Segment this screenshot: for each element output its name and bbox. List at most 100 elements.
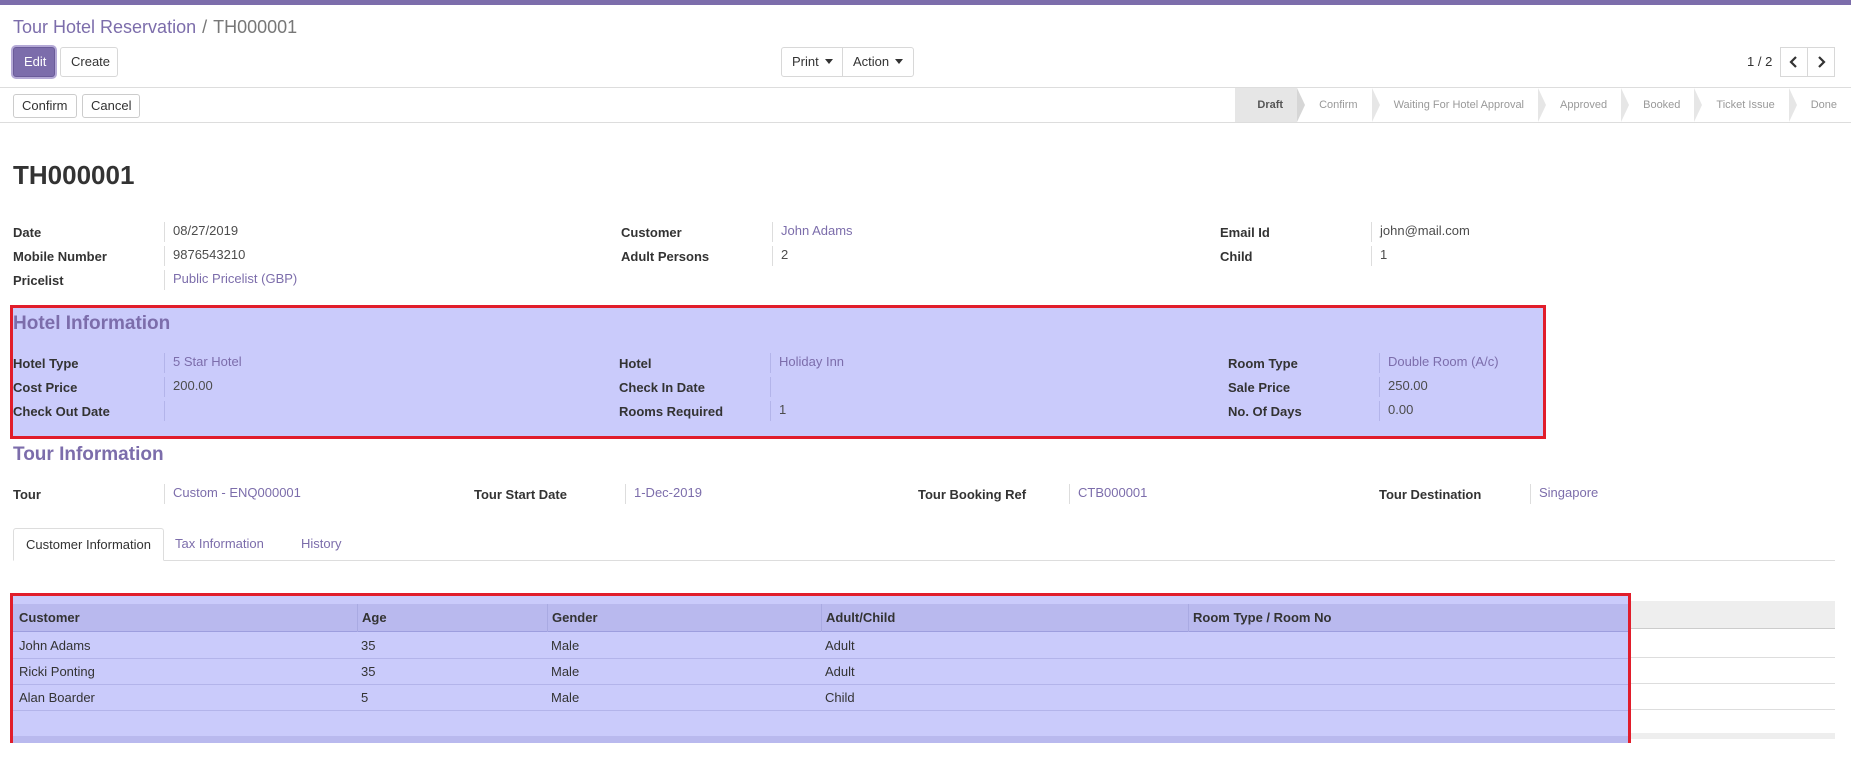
stage-done: Done [1788, 88, 1851, 122]
breadcrumb-current: TH000001 [213, 17, 298, 37]
confirm-button[interactable]: Confirm [13, 94, 77, 118]
mobile-label: Mobile Number [13, 249, 107, 264]
adult-persons-label: Adult Persons [621, 249, 710, 264]
hotel-link[interactable]: Holiday Inn [770, 353, 844, 373]
number-of-days-label: No. Of Days [1228, 404, 1302, 419]
breadcrumb-parent-link[interactable]: Tour Hotel Reservation [13, 17, 196, 37]
print-label: Print [792, 54, 819, 69]
tour-start-date-field[interactable]: 1-Dec-2019 [625, 484, 702, 504]
chevron-right-icon [1818, 56, 1826, 68]
column-header-customer[interactable]: Customer [15, 604, 357, 632]
caret-down-icon [824, 59, 833, 64]
sale-price-field[interactable]: 250.00 [1379, 377, 1428, 397]
cell-customer: Ricki Ponting [19, 664, 95, 679]
cell-age: 35 [361, 664, 376, 679]
email-field[interactable]: john@mail.com [1371, 222, 1470, 242]
tour-booking-ref-link[interactable]: CTB000001 [1069, 484, 1147, 504]
top-accent-bar [0, 0, 1851, 5]
date-label: Date [13, 225, 42, 240]
cell-customer: Alan Boarder [19, 690, 95, 705]
cost-price-field[interactable]: 200.00 [164, 377, 213, 397]
sale-price-label: Sale Price [1228, 380, 1291, 395]
pager-previous-button[interactable] [1780, 47, 1808, 77]
breadcrumb-separator: / [202, 17, 208, 37]
hotel-type-link[interactable]: 5 Star Hotel [164, 353, 242, 373]
tour-destination-label: Tour Destination [1379, 487, 1482, 502]
stage-confirm: Confirm [1297, 88, 1380, 122]
table-row[interactable]: Alan Boarder 5 Male Child [13, 685, 1628, 711]
number-of-days-field[interactable]: 0.00 [1379, 401, 1413, 421]
mobile-field[interactable]: 9876543210 [164, 246, 245, 266]
tab-tax-information[interactable]: Tax Information [163, 528, 276, 561]
rooms-required-label: Rooms Required [619, 404, 724, 419]
tour-destination-link[interactable]: Singapore [1530, 484, 1598, 504]
tour-label: Tour [13, 487, 41, 502]
cell-gender: Male [551, 638, 580, 653]
customer-label: Customer [621, 225, 682, 240]
hotel-type-label: Hotel Type [13, 356, 79, 371]
cell-adult-child: Adult [825, 664, 855, 679]
hotel-label: Hotel [619, 356, 652, 371]
chevron-left-icon [1789, 56, 1797, 68]
cell-room [1188, 633, 1192, 659]
stage-waiting-hotel-approval: Waiting For Hotel Approval [1371, 88, 1547, 122]
status-bar: Confirm Cancel Draft Confirm Waiting For… [0, 87, 1851, 123]
adult-persons-field[interactable]: 2 [772, 246, 788, 266]
tab-history[interactable]: History [289, 528, 353, 561]
table-footer [13, 736, 1628, 743]
date-field[interactable]: 08/27/2019 [164, 222, 238, 242]
table-row-empty [13, 711, 1628, 737]
stage-ticket-issue: Ticket Issue [1694, 88, 1798, 122]
notebook-tabs: Customer Information Tax Information His… [13, 528, 1835, 561]
tour-start-date-label: Tour Start Date [474, 487, 567, 502]
caret-down-icon [895, 59, 904, 64]
breadcrumb: Tour Hotel Reservation / TH000001 [13, 17, 297, 38]
room-type-label: Room Type [1228, 356, 1298, 371]
stage-draft: Draft [1235, 88, 1305, 122]
pricelist-link[interactable]: Public Pricelist (GBP) [164, 270, 297, 290]
checkout-date-field[interactable] [164, 401, 173, 421]
pager-next-button[interactable] [1807, 47, 1835, 77]
checkout-date-label: Check Out Date [13, 404, 110, 419]
cell-age: 35 [361, 638, 376, 653]
edit-button[interactable]: Edit [13, 47, 55, 77]
tour-information-title: Tour Information [13, 444, 164, 465]
stage-approved: Approved [1538, 88, 1630, 122]
rooms-required-field[interactable]: 1 [770, 401, 786, 421]
cell-room [1188, 659, 1192, 685]
customer-link[interactable]: John Adams [772, 222, 853, 242]
tab-customer-information[interactable]: Customer Information [13, 528, 164, 561]
pager-value[interactable]: 1 / 2 [1747, 54, 1772, 69]
customer-table: Customer Age Gender Adult/Child Room Typ… [10, 593, 1631, 743]
column-header-room-type-room-no[interactable]: Room Type / Room No [1188, 604, 1628, 632]
table-row[interactable]: Ricki Ponting 35 Male Adult [13, 659, 1628, 685]
table-row[interactable]: John Adams 35 Male Adult [13, 633, 1628, 659]
column-header-gender[interactable]: Gender [547, 604, 821, 632]
cell-adult-child: Adult [825, 638, 855, 653]
checkin-date-field[interactable] [770, 377, 779, 397]
table-header: Customer Age Gender Adult/Child Room Typ… [13, 604, 1628, 632]
pricelist-label: Pricelist [13, 273, 64, 288]
tour-booking-ref-label: Tour Booking Ref [918, 487, 1027, 502]
cancel-button[interactable]: Cancel [82, 94, 141, 118]
column-header-age[interactable]: Age [357, 604, 547, 632]
cell-gender: Male [551, 690, 580, 705]
child-label: Child [1220, 249, 1253, 264]
cell-room [1188, 685, 1192, 711]
stage-pipeline: Draft Confirm Waiting For Hotel Approval… [1235, 88, 1851, 122]
print-dropdown[interactable]: Print [781, 47, 843, 77]
child-field[interactable]: 1 [1371, 246, 1387, 266]
action-dropdown[interactable]: Action [842, 47, 914, 77]
stage-booked: Booked [1621, 88, 1703, 122]
cell-gender: Male [551, 664, 580, 679]
hotel-information-title: Hotel Information [13, 313, 171, 334]
column-header-adult-child[interactable]: Adult/Child [821, 604, 1188, 632]
tour-link[interactable]: Custom - ENQ000001 [164, 484, 301, 504]
checkin-date-label: Check In Date [619, 380, 705, 395]
action-label: Action [853, 54, 890, 69]
email-label: Email Id [1220, 225, 1270, 240]
create-button[interactable]: Create [60, 47, 118, 77]
cell-adult-child: Child [825, 690, 855, 705]
room-type-link[interactable]: Double Room (A/c) [1379, 353, 1499, 373]
cell-customer: John Adams [19, 638, 91, 653]
